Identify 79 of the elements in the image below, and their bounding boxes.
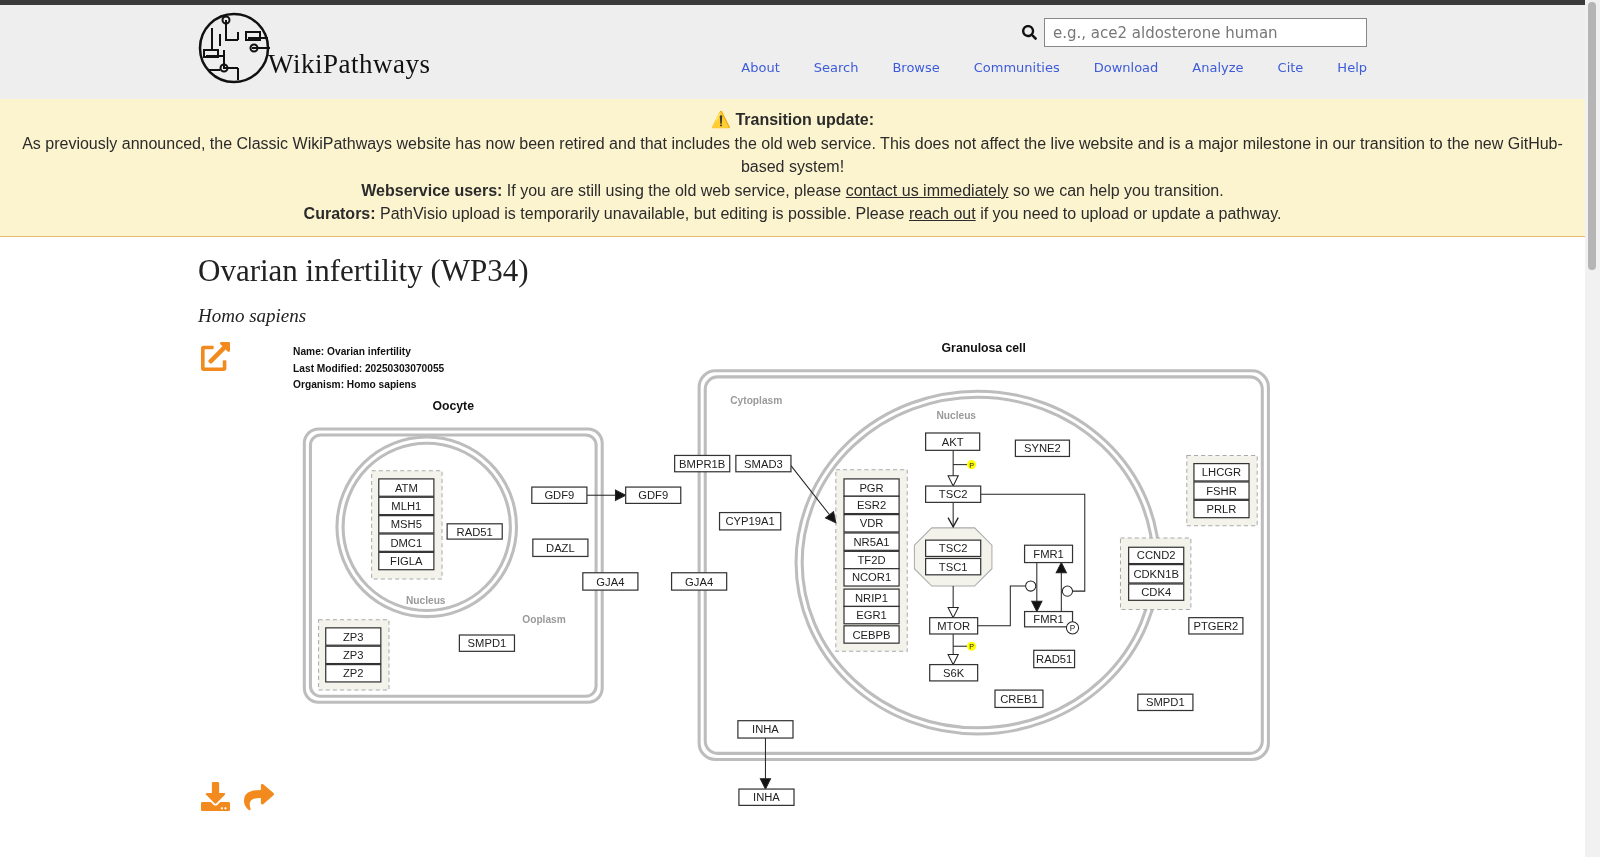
banner-text: Webservice users: If you are still using the old web service, please contact us immediately so we can help you transition.: [360, 180, 1225, 201]
external-link-icon[interactable]: [201, 341, 230, 371]
interaction-arrow: [947, 585, 960, 619]
gene-node[interactable]: INHA: [738, 787, 795, 806]
nav-link[interactable]: Help: [1337, 60, 1367, 75]
compartment-label: Nucleus: [405, 594, 446, 606]
interaction-arrow: [586, 488, 627, 501]
logo-wordmark[interactable]: WikiPathways: [268, 49, 431, 80]
interaction-arrow: [947, 632, 960, 666]
cell-title: Granulosa cell: [941, 340, 1026, 355]
gene-node[interactable]: GJA4: [582, 571, 639, 591]
interaction-arrow: [759, 737, 772, 790]
gene-node[interactable]: PGR: [843, 477, 900, 497]
share-icon[interactable]: [244, 781, 274, 812]
nav-link[interactable]: About: [741, 60, 780, 75]
gene-node[interactable]: FSHR: [1193, 480, 1250, 500]
interaction-arrow: [1055, 560, 1068, 612]
banner-link[interactable]: reach out: [908, 205, 976, 222]
gene-node[interactable]: SMAD3: [735, 454, 792, 472]
phospho-site: P: [952, 459, 977, 470]
gene-node[interactable]: NR5A1: [843, 531, 900, 551]
gene-node[interactable]: GDF9: [625, 485, 682, 504]
gene-node[interactable]: CDK4: [1128, 582, 1185, 601]
gene-node[interactable]: GDF9: [531, 485, 588, 504]
phospho-site: P: [1065, 620, 1080, 634]
search-icon: [1022, 25, 1037, 40]
page-title: Ovarian infertility (WP34): [198, 251, 530, 290]
gene-node[interactable]: DMC1: [378, 532, 435, 552]
cell-title: Oocyte: [432, 398, 474, 413]
nav-link[interactable]: Cite: [1277, 60, 1304, 75]
gene-node[interactable]: CYP19A1: [718, 511, 782, 531]
diagram-info: Name: Ovarian infertility: [293, 345, 411, 357]
gene-node[interactable]: ATM: [378, 477, 435, 497]
gene-node[interactable]: CDKN1B: [1128, 563, 1185, 584]
gene-node[interactable]: DAZL: [532, 538, 589, 557]
interaction-arrow: [790, 464, 837, 524]
gene-node[interactable]: INHA: [737, 719, 794, 739]
gene-node[interactable]: TSC2: [925, 539, 982, 557]
gene-node[interactable]: FMR1: [1023, 544, 1074, 563]
gene-node[interactable]: CREB1: [994, 689, 1044, 708]
nav-link[interactable]: Search: [813, 60, 859, 75]
gene-node[interactable]: PTGER2: [1188, 616, 1244, 635]
banner-heading: ⚠ Transition update:: [710, 111, 875, 128]
gene-node[interactable]: SMPD1: [458, 633, 516, 652]
gene-node[interactable]: SMPD1: [1137, 693, 1194, 711]
diagram-info: Organism: Homo sapiens: [293, 378, 417, 390]
gene-node[interactable]: RAD51: [446, 522, 503, 540]
compartment-label: Ooplasm: [522, 613, 566, 625]
gene-node[interactable]: ZP2: [325, 663, 382, 683]
interaction-arrow: [947, 501, 959, 528]
gene-node[interactable]: BMPR1B: [674, 454, 731, 472]
nav-link[interactable]: Analyze: [1192, 60, 1244, 75]
gene-node[interactable]: AKT: [925, 431, 981, 451]
gene-node[interactable]: SYNE2: [1014, 439, 1071, 457]
gene-node[interactable]: NCOR1: [843, 567, 900, 587]
gene-node[interactable]: LHCGR: [1193, 462, 1250, 482]
gene-node[interactable]: CEBPB: [843, 624, 900, 644]
gene-node[interactable]: RAD51: [1033, 649, 1076, 668]
organism-name: Homo sapiens: [198, 303, 308, 328]
interaction-arrow: [1030, 561, 1043, 613]
nav-link[interactable]: Browse: [892, 60, 940, 75]
gene-node[interactable]: NRIP1: [843, 588, 900, 607]
download-icon[interactable]: [201, 781, 230, 812]
banner-text: As previously announced, the Classic WikiPathways website has now been retired and that includes the old web service. This does not affect the live website and is a major milestone in our transition to the new GitHub-based system!: [21, 133, 1564, 177]
nav-link[interactable]: Communities: [973, 60, 1060, 75]
search-field[interactable]: e.g., ace2 aldosterone human: [1044, 18, 1367, 47]
phospho-site: P: [952, 641, 977, 651]
gene-node[interactable]: GJA4: [670, 571, 728, 591]
banner-link[interactable]: contact us immediately: [845, 181, 1009, 199]
banner-text: Curators: PathVisio upload is temporarily unavailable, but editing is possible. Please reach out if you need to upload or update a pathway.: [302, 204, 1283, 224]
interaction-arrow: [947, 449, 960, 487]
gene-node[interactable]: VDR: [843, 513, 900, 533]
nav-link[interactable]: Download: [1093, 60, 1159, 75]
diagram-info: Last Modified: 20250303070055: [293, 362, 445, 374]
compartment-label: Nucleus: [936, 409, 977, 421]
gene-node[interactable]: MSH5: [378, 514, 435, 534]
scrollbar[interactable]: [1585, 0, 1600, 857]
compartment-label: Cytoplasm: [730, 394, 783, 406]
gene-node[interactable]: ZP3: [325, 626, 382, 646]
